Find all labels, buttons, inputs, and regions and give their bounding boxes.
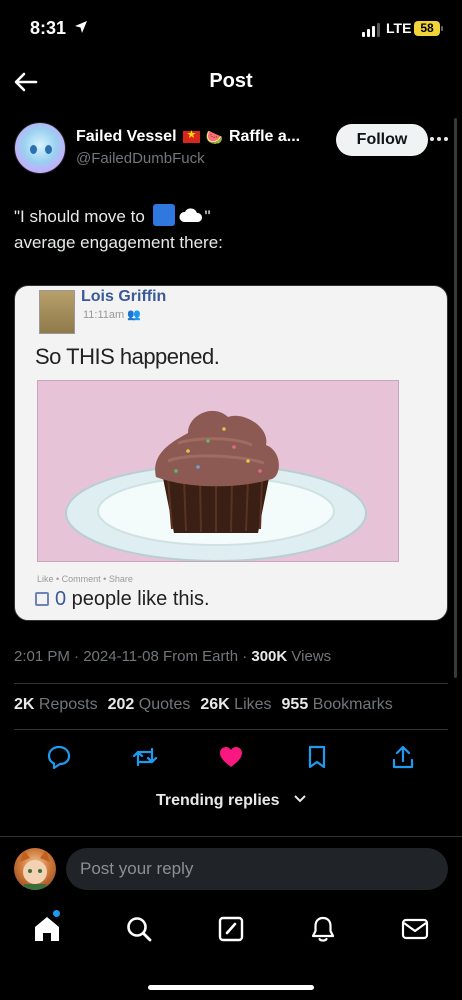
reposts-label: Reposts <box>38 696 98 713</box>
post-text-line-2: average engagement there: <box>14 233 223 252</box>
top-bar: Post <box>0 56 462 108</box>
more-options-icon[interactable] <box>428 130 450 148</box>
home-notification-dot <box>53 910 60 917</box>
post-time: 2:01 PM <box>14 648 70 665</box>
signal-icon <box>362 23 380 37</box>
quotes-count: 202 <box>107 696 135 713</box>
divider <box>14 729 448 730</box>
quotes-label: Quotes <box>138 696 191 713</box>
bookmarks-count: 955 <box>281 696 309 713</box>
reposts-stat[interactable]: 2K Reposts <box>14 696 98 714</box>
location-arrow-icon <box>75 21 87 33</box>
home-indicator <box>148 985 314 990</box>
post-text: "I should move to " average engagement t… <box>14 204 444 256</box>
likes-count: 26K <box>200 696 230 713</box>
display-name: Failed Vessel <box>76 128 177 145</box>
chevron-down-icon <box>294 795 306 803</box>
bell-icon[interactable] <box>308 914 338 944</box>
home-icon[interactable] <box>32 914 62 944</box>
author-handle[interactable]: @FailedDumbFuck <box>76 150 205 167</box>
post-date: 2024-11-08 <box>83 648 159 665</box>
meme-likes-text: 0 people like this. <box>35 588 210 611</box>
friends-icon: 👥 <box>127 309 141 321</box>
post-text-prefix: "I should move to <box>14 207 150 226</box>
avatar-art <box>20 850 50 890</box>
blue-square-icon <box>152 204 175 226</box>
meme-profile-picture <box>39 290 75 334</box>
battery-icon: 58 <box>414 21 440 36</box>
network-label: LTE <box>386 20 412 36</box>
avatar-eye <box>30 145 37 154</box>
bookmarks-stat[interactable]: 955 Bookmarks <box>282 696 393 714</box>
compose-icon[interactable] <box>216 914 246 944</box>
vietnam-flag-icon <box>182 128 200 143</box>
reply-input[interactable] <box>66 848 448 890</box>
scrollbar[interactable] <box>454 118 457 678</box>
trending-replies-selector[interactable]: Trending replies <box>0 792 462 810</box>
cupcake-illustration <box>65 410 367 561</box>
display-name-tail: Raffle a... <box>228 128 301 145</box>
meme-author-name: Lois Griffin <box>81 288 167 305</box>
follow-button[interactable]: Follow <box>336 124 428 156</box>
post-author: Failed Vessel 🍉 Raffle a... @FailedDumbF… <box>14 122 448 178</box>
mail-icon[interactable] <box>400 914 430 944</box>
search-icon[interactable] <box>124 914 154 944</box>
meme-action-links: Like • Comment • Share <box>37 574 133 584</box>
quotes-stat[interactable]: 202 Quotes <box>108 696 191 714</box>
reply-icon[interactable] <box>46 744 72 770</box>
cloud-icon <box>178 208 202 222</box>
battery-tip <box>441 26 443 31</box>
page-title: Post <box>209 70 253 92</box>
bookmark-icon[interactable] <box>304 744 330 770</box>
bookmarks-label: Bookmarks <box>312 696 393 713</box>
share-icon[interactable] <box>390 744 416 770</box>
display-name-row[interactable]: Failed Vessel 🍉 Raffle a... <box>76 128 300 146</box>
meme-likes-label: people like this. <box>66 588 210 610</box>
views-count: 300K <box>251 648 288 665</box>
status-bar: 8:31 LTE 58 <box>0 0 462 56</box>
my-avatar[interactable] <box>14 848 56 890</box>
avatar-eye <box>45 145 52 154</box>
author-avatar[interactable] <box>14 122 66 174</box>
post-text-suffix: " <box>204 207 211 226</box>
meme-likes-count: 0 <box>55 588 67 610</box>
status-time: 8:31 <box>30 18 67 38</box>
reposts-count: 2K <box>14 696 35 713</box>
meme-status-text: So THIS happened. <box>35 344 220 369</box>
cupcake-picture <box>37 380 399 562</box>
post-actions <box>0 742 462 772</box>
post-image[interactable]: Lois Griffin 11:11am 👥 So THIS happened.… <box>14 285 448 621</box>
trending-replies-label: Trending replies <box>155 792 280 809</box>
heart-icon[interactable] <box>218 744 244 770</box>
meme-timestamp: 11:11am 👥 <box>83 308 141 321</box>
thumbs-up-icon <box>35 592 49 606</box>
likes-label: Likes <box>234 696 272 713</box>
meme-time-text: 11:11am <box>83 309 125 321</box>
views-label: Views <box>291 648 332 665</box>
divider <box>14 683 448 684</box>
watermelon-icon: 🍉 <box>205 128 223 145</box>
repost-icon[interactable] <box>132 744 158 770</box>
likes-stat[interactable]: 26K Likes <box>200 696 271 714</box>
reply-bar <box>0 836 462 900</box>
post-timestamp: 2:01 PM · 2024-11-08 From Earth · 300K V… <box>14 648 332 665</box>
post-source: From Earth <box>163 648 239 665</box>
engagement-stats: 2K Reposts 202 Quotes 26K Likes 955 Book… <box>14 696 393 714</box>
post-text-line: "I should move to " <box>14 204 444 230</box>
